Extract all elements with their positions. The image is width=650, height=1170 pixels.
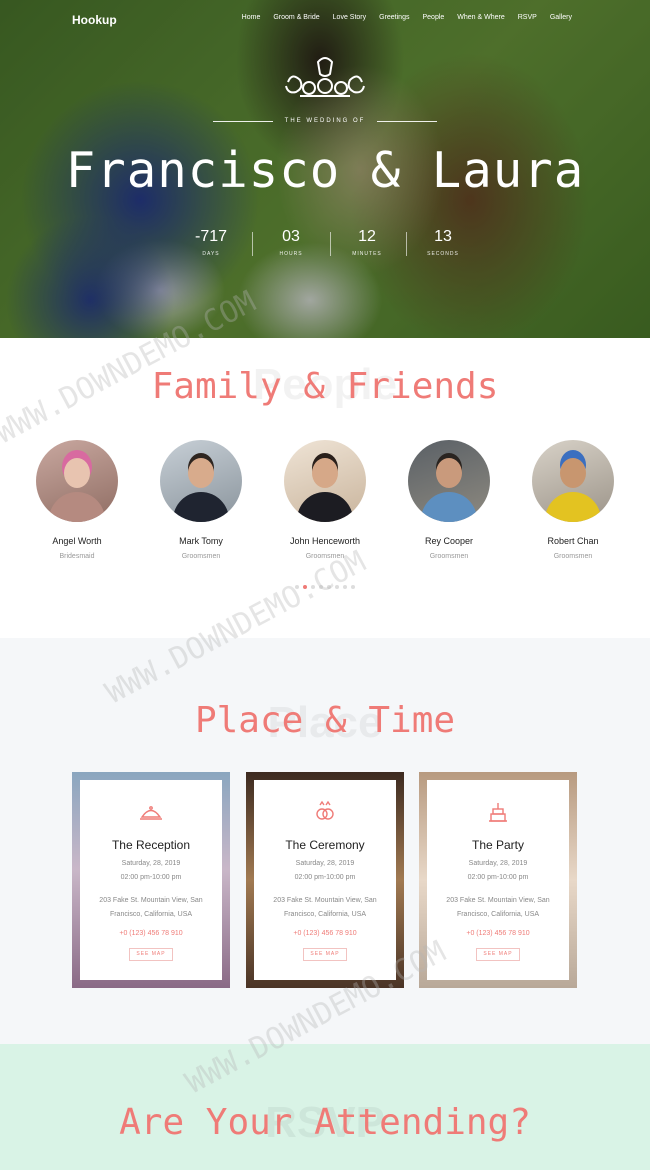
wedding-ornament-icon	[285, 57, 365, 97]
event-date: Saturday, 28, 2019	[121, 860, 181, 867]
event-phone[interactable]: +0 (123) 456 78 910	[80, 930, 222, 937]
person-role: Groomsmen	[305, 553, 345, 560]
rsvp-section: RSVP Are Your Attending?	[0, 1044, 650, 1170]
event-address: 203 Fake St. Mountain View, San Francisc…	[273, 897, 377, 918]
countdown-value: 12	[358, 228, 376, 245]
person-role: Groomsmen	[553, 553, 593, 560]
event-card-ceremony: The Ceremony Saturday, 28, 2019 02:00 pm…	[246, 772, 404, 988]
person-card[interactable]: Rey Cooper Groomsmen	[394, 440, 504, 560]
avatar	[160, 440, 242, 522]
cake-icon	[489, 803, 507, 822]
countdown-label: DAYS	[202, 251, 220, 257]
countdown-hours: 03 HOURS	[253, 228, 329, 257]
event-time: 02:00 pm-10:00 pm	[467, 874, 529, 881]
person-name: John Henceworth	[289, 536, 361, 546]
person-name: Mark Tomy	[179, 536, 223, 546]
hero-section: Hookup Home Groom & Bride Love Story Gre…	[0, 0, 650, 338]
nav-item-rsvp[interactable]: RSVP	[518, 14, 537, 21]
avatar	[36, 440, 118, 522]
nav-item-love-story[interactable]: Love Story	[333, 14, 366, 21]
section-title: Family & Friends	[151, 366, 499, 407]
avatar	[408, 440, 490, 522]
top-navigation: Hookup Home Groom & Bride Love Story Gre…	[0, 10, 650, 30]
event-phone[interactable]: +0 (123) 456 78 910	[254, 930, 396, 937]
countdown-seconds: 13 SECONDS	[405, 228, 481, 257]
see-map-button[interactable]: SEE MAP	[129, 948, 173, 961]
countdown-timer: -717 DAYS 03 HOURS 12 MINUTES 13 SECONDS	[0, 228, 650, 264]
pager-dot-active[interactable]	[303, 585, 307, 589]
cloche-icon	[140, 806, 162, 820]
section-title: Are Your Attending?	[119, 1102, 531, 1143]
event-title: The Party	[471, 838, 525, 852]
countdown-value: 13	[434, 228, 452, 245]
person-name: Robert Chan	[547, 536, 599, 546]
avatar	[284, 440, 366, 522]
see-map-button[interactable]: SEE MAP	[303, 948, 347, 961]
event-title: The Ceremony	[285, 838, 365, 852]
nav-item-groom-bride[interactable]: Groom & Bride	[273, 14, 319, 21]
nav-item-when-where[interactable]: When & Where	[457, 14, 504, 21]
event-title: The Reception	[111, 838, 191, 852]
nav-item-people[interactable]: People	[422, 14, 444, 21]
event-time: 02:00 pm-10:00 pm	[294, 874, 356, 881]
pager-dot[interactable]	[343, 585, 347, 589]
nav-menu: Home Groom & Bride Love Story Greetings …	[229, 14, 572, 21]
person-role: Groomsmen	[181, 553, 221, 560]
event-card-party: The Party Saturday, 28, 2019 02:00 pm-10…	[419, 772, 577, 988]
event-card-reception: The Reception Saturday, 28, 2019 02:00 p…	[72, 772, 230, 988]
person-role: Groomsmen	[429, 553, 469, 560]
pager-dot[interactable]	[319, 585, 323, 589]
event-address: 203 Fake St. Mountain View, San Francisc…	[446, 897, 550, 918]
event-phone[interactable]: +0 (123) 456 78 910	[427, 930, 569, 937]
couple-names: Francisco & Laura	[65, 142, 585, 199]
event-address: 203 Fake St. Mountain View, San Francisc…	[99, 897, 203, 918]
place-time-section: Place Place & Time The Reception Saturda…	[0, 638, 650, 1044]
see-map-button[interactable]: SEE MAP	[476, 948, 520, 961]
pager-dot[interactable]	[351, 585, 355, 589]
subtitle-divider-right	[377, 121, 437, 122]
family-friends-section: People Family & Friends Angel Worth Brid…	[0, 338, 650, 638]
person-card[interactable]: Mark Tomy Groomsmen	[146, 440, 256, 560]
countdown-label: HOURS	[279, 251, 303, 257]
person-role: Bridesmaid	[59, 553, 95, 560]
wedding-subtitle: THE WEDDING OF	[284, 118, 366, 124]
countdown-days: -717 DAYS	[173, 228, 249, 257]
person-name: Rey Cooper	[424, 536, 474, 546]
event-date: Saturday, 28, 2019	[468, 860, 528, 867]
nav-item-gallery[interactable]: Gallery	[550, 14, 572, 21]
person-card[interactable]: Angel Worth Bridesmaid	[22, 440, 132, 560]
event-time: 02:00 pm-10:00 pm	[120, 874, 182, 881]
brand-logo[interactable]: Hookup	[72, 13, 117, 27]
person-name: Angel Worth	[52, 536, 102, 546]
pager-dot[interactable]	[327, 585, 331, 589]
countdown-label: MINUTES	[352, 251, 382, 257]
avatar	[532, 440, 614, 522]
pager-dot[interactable]	[335, 585, 339, 589]
countdown-label: SECONDS	[427, 251, 459, 257]
pager-dot[interactable]	[311, 585, 315, 589]
rings-icon	[316, 800, 334, 820]
pager-dot[interactable]	[295, 585, 299, 589]
nav-item-home[interactable]: Home	[242, 14, 261, 21]
countdown-minutes: 12 MINUTES	[329, 228, 405, 257]
person-card[interactable]: John Henceworth Groomsmen	[270, 440, 380, 560]
event-date: Saturday, 28, 2019	[295, 860, 355, 867]
carousel-pager	[0, 576, 650, 594]
countdown-value: -717	[194, 228, 228, 245]
nav-item-greetings[interactable]: Greetings	[379, 14, 409, 21]
section-title: Place & Time	[194, 700, 456, 741]
countdown-value: 03	[282, 228, 300, 245]
person-card[interactable]: Robert Chan Groomsmen	[518, 440, 628, 560]
